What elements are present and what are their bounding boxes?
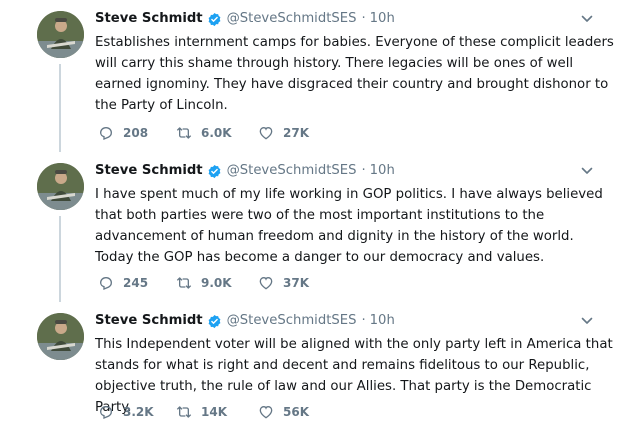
retweet-count: 6.0K xyxy=(201,126,232,140)
tweet-actions: 208 6.0K 27K xyxy=(98,124,309,142)
tweet-header: Steve Schmidt @SteveSchmidtSES · 10h xyxy=(95,162,395,180)
tweet[interactable]: Steve Schmidt @SteveSchmidtSES · 10h Est… xyxy=(0,0,623,152)
avatar[interactable] xyxy=(37,11,84,58)
verified-badge-icon xyxy=(208,12,220,26)
verified-badge-icon xyxy=(208,314,220,328)
tweet-header: Steve Schmidt @SteveSchmidtSES · 10h xyxy=(95,10,395,28)
tweet[interactable]: Steve Schmidt @SteveSchmidtSES · 10h Thi… xyxy=(0,302,623,426)
author-name[interactable]: Steve Schmidt xyxy=(95,162,203,180)
reply-count: 245 xyxy=(123,276,149,290)
heart-icon xyxy=(259,276,273,290)
retweet-count: 9.0K xyxy=(201,276,232,290)
retweet-icon xyxy=(176,127,192,139)
retweet-icon xyxy=(176,406,192,418)
like-button[interactable]: 56K xyxy=(258,404,309,420)
retweet-button[interactable]: 9.0K xyxy=(176,275,258,291)
avatar[interactable] xyxy=(37,163,84,210)
chevron-down-icon[interactable] xyxy=(581,13,593,25)
reply-button[interactable]: 245 xyxy=(98,275,176,291)
reply-icon xyxy=(99,406,113,420)
reply-icon xyxy=(99,277,113,291)
tweet-actions: 3.2K 14K 56K xyxy=(98,403,309,421)
tweet-text: I have spent much of my life working in … xyxy=(95,187,603,265)
timestamp[interactable]: 10h xyxy=(370,10,395,28)
tweet-thread: Steve Schmidt @SteveSchmidtSES · 10h Est… xyxy=(0,0,623,426)
reply-button[interactable]: 3.2K xyxy=(98,404,176,420)
like-button[interactable]: 37K xyxy=(258,275,309,291)
author-name[interactable]: Steve Schmidt xyxy=(95,10,203,28)
author-handle[interactable]: @SteveSchmidtSES xyxy=(227,162,357,180)
tweet[interactable]: Steve Schmidt @SteveSchmidtSES · 10h I h… xyxy=(0,152,623,302)
author-name[interactable]: Steve Schmidt xyxy=(95,312,203,330)
timestamp[interactable]: 10h xyxy=(370,312,395,330)
author-handle[interactable]: @SteveSchmidtSES xyxy=(227,10,357,28)
timestamp[interactable]: 10h xyxy=(370,162,395,180)
chevron-down-icon[interactable] xyxy=(581,315,593,327)
thread-line xyxy=(59,216,61,302)
author-handle[interactable]: @SteveSchmidtSES xyxy=(227,312,357,330)
retweet-button[interactable]: 6.0K xyxy=(176,125,258,141)
reply-count: 3.2K xyxy=(123,405,154,419)
like-count: 37K xyxy=(283,276,309,290)
tweet-actions: 245 9.0K 37K xyxy=(98,274,309,292)
reply-count: 208 xyxy=(123,126,149,140)
separator: · xyxy=(361,163,366,178)
reply-icon xyxy=(99,127,113,141)
chevron-down-icon[interactable] xyxy=(581,165,593,177)
retweet-count: 14K xyxy=(201,405,227,419)
like-count: 56K xyxy=(283,405,309,419)
tweet-text: Establishes internment camps for babies.… xyxy=(95,35,614,113)
thread-line xyxy=(59,64,61,152)
separator: · xyxy=(361,313,366,328)
like-count: 27K xyxy=(283,126,309,140)
like-button[interactable]: 27K xyxy=(258,125,309,141)
avatar[interactable] xyxy=(37,313,84,360)
retweet-button[interactable]: 14K xyxy=(176,404,258,420)
heart-icon xyxy=(259,126,273,140)
verified-badge-icon xyxy=(208,164,220,178)
separator: · xyxy=(361,11,366,26)
retweet-icon xyxy=(176,277,192,289)
heart-icon xyxy=(259,405,273,419)
reply-button[interactable]: 208 xyxy=(98,125,176,141)
tweet-header: Steve Schmidt @SteveSchmidtSES · 10h xyxy=(95,312,395,330)
